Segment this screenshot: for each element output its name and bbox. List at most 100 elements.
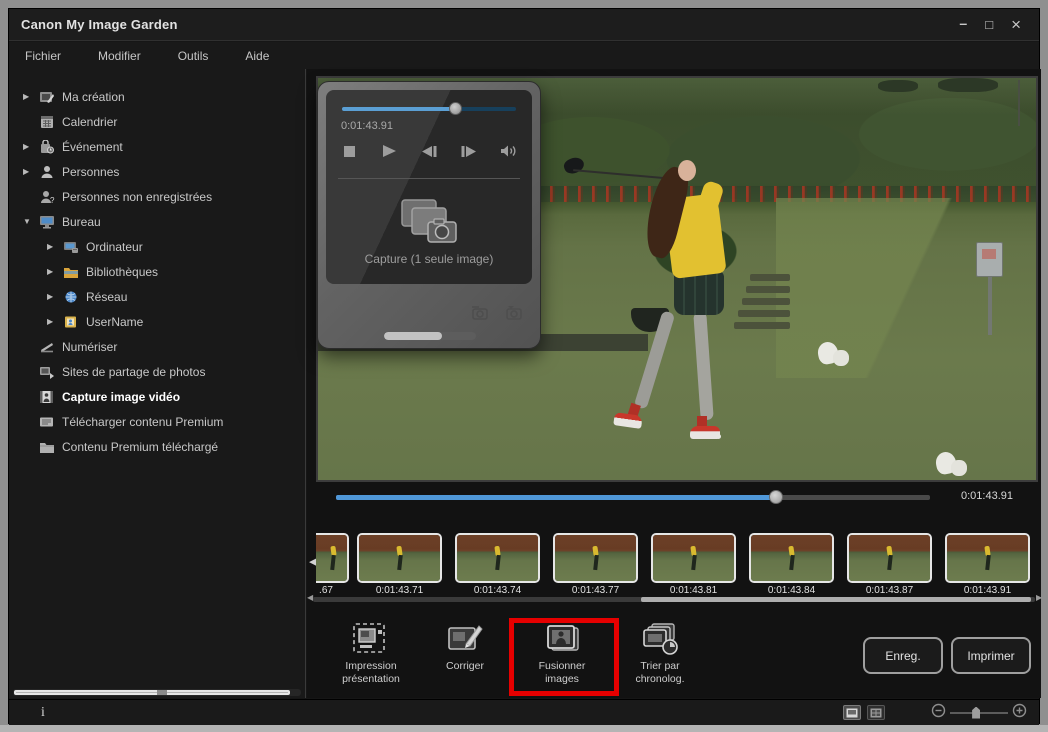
frame-timestamp: 0:01:43.71 (355, 585, 444, 596)
sidebar-item-label: UserName (86, 315, 143, 329)
expand-arrow-icon[interactable]: ▶ (23, 92, 38, 101)
expand-arrow-icon[interactable]: ▶ (23, 167, 38, 176)
merge-images-icon (543, 621, 581, 657)
person-unregistered-icon: ? (38, 189, 56, 204)
creation-icon (38, 89, 56, 104)
zoom-out-icon[interactable] (931, 703, 946, 723)
view-large-thumbnails-button[interactable] (843, 705, 861, 720)
zoom-slider[interactable] (950, 712, 1008, 714)
play-button[interactable] (376, 140, 402, 162)
event-icon (38, 139, 56, 154)
timeline-progress-fill (336, 495, 776, 500)
sidebar-item-capture-image-video[interactable]: Capture image vidéo (9, 384, 305, 409)
menu-outils[interactable]: Outils (170, 49, 224, 63)
next-frame-button[interactable] (456, 140, 482, 162)
expand-arrow-icon[interactable]: ▶ (47, 292, 62, 301)
frame-thumbnail[interactable] (847, 533, 932, 583)
frame-thumbnail[interactable] (945, 533, 1030, 583)
sidebar-item-label: Sites de partage de photos (62, 365, 205, 379)
sidebar-item-bureau[interactable]: ▼ Bureau (9, 209, 305, 234)
panel-seek-slider[interactable] (342, 107, 516, 111)
tee-marker-post (976, 242, 1003, 277)
status-bar: i (9, 699, 1039, 725)
navigation-tree: ▶ Ma création Calendrier ▶ Événement ▶ (9, 69, 305, 459)
sidebar-horizontal-scrollbar[interactable] (13, 689, 301, 696)
zoom-control (931, 703, 1027, 723)
frame-thumbnail[interactable] (749, 533, 834, 583)
sidebar: ▶ Ma création Calendrier ▶ Événement ▶ (9, 69, 306, 698)
sidebar-item-username[interactable]: ▶ UserName (9, 309, 305, 334)
sidebar-item-ordinateur[interactable]: ▶ Ordinateur (9, 234, 305, 259)
tool-corriger[interactable]: Corriger (417, 621, 513, 673)
panel-seek-handle[interactable] (449, 102, 462, 115)
frame-timestamp: 0:01:43.81 (649, 585, 738, 596)
tool-fusionner-images[interactable]: Fusionner images (514, 621, 610, 686)
sidebar-item-label: Numériser (62, 340, 117, 354)
timeline-handle[interactable] (769, 490, 783, 504)
frame-thumbnail[interactable] (357, 533, 442, 583)
sidebar-item-telecharger-premium[interactable]: Télécharger contenu Premium (9, 409, 305, 434)
capture-button-label[interactable]: Capture (1 seule image) (326, 252, 532, 266)
golf-club-head (562, 155, 586, 176)
frame-timestamp: 0:01:43.87 (845, 585, 934, 596)
sidebar-item-label: Capture image vidéo (62, 390, 180, 404)
expand-arrow-icon[interactable]: ▶ (47, 317, 62, 326)
sidebar-item-label: Ordinateur (86, 240, 143, 254)
sidebar-item-numeriser[interactable]: Numériser (9, 334, 305, 359)
libraries-icon (62, 264, 80, 279)
frame-timestamp: 0:01:43.91 (943, 585, 1032, 596)
sidebar-item-evenement[interactable]: ▶ Événement (9, 134, 305, 159)
frame-thumbnail[interactable] (553, 533, 638, 583)
frame-thumbnail[interactable] (455, 533, 540, 583)
minimize-icon[interactable]: – (959, 16, 967, 30)
previous-frame-button[interactable] (416, 140, 442, 162)
expand-arrow-icon[interactable]: ▶ (47, 267, 62, 276)
sidebar-item-calendrier[interactable]: Calendrier (9, 109, 305, 134)
stop-button[interactable] (336, 140, 362, 162)
capture-mode-single-icon[interactable] (470, 304, 490, 325)
view-small-thumbnails-button[interactable] (867, 705, 885, 720)
sidebar-item-personnes[interactable]: ▶ Personnes (9, 159, 305, 184)
maximize-icon[interactable]: □ (985, 18, 993, 32)
print-button[interactable]: Imprimer (951, 637, 1031, 674)
sidebar-item-personnes-non-enregistrees[interactable]: ? Personnes non enregistrées (9, 184, 305, 209)
volume-icon[interactable] (496, 140, 522, 162)
menu-fichier[interactable]: Fichier (17, 49, 76, 63)
timeline-slider[interactable] (336, 495, 930, 500)
frame-thumbnail[interactable] (651, 533, 736, 583)
sidebar-item-label: Bibliothèques (86, 265, 158, 279)
tool-impression-presentation[interactable]: Impression présentation (323, 621, 419, 686)
save-button[interactable]: Enreg. (863, 637, 943, 674)
sidebar-item-bibliotheques[interactable]: ▶ Bibliothèques (9, 259, 305, 284)
tool-trier-par-chronologie[interactable]: Trier par chronolog. (612, 621, 708, 686)
timeline-timecode: 0:01:43.91 (937, 490, 1013, 502)
menu-modifier[interactable]: Modifier (90, 49, 156, 63)
zoom-in-icon[interactable] (1012, 703, 1027, 723)
person-icon (38, 164, 56, 179)
photo-sharing-icon (38, 364, 56, 379)
expand-arrow-icon[interactable]: ▶ (23, 142, 38, 151)
filmstrip-scrollbar[interactable] (313, 597, 1035, 602)
expand-arrow-icon[interactable]: ▼ (23, 217, 38, 226)
panel-mode-toggle[interactable] (384, 332, 476, 340)
menu-aide[interactable]: Aide (237, 49, 284, 63)
sidebar-item-contenu-premium[interactable]: Contenu Premium téléchargé (9, 434, 305, 459)
user-folder-icon (62, 314, 80, 329)
capture-mode-multi-icon[interactable] (504, 304, 524, 325)
sidebar-item-label: Personnes non enregistrées (62, 190, 212, 204)
network-icon (62, 289, 80, 304)
sidebar-item-sites-partage[interactable]: Sites de partage de photos (9, 359, 305, 384)
frame-timestamp: 0:01:43.77 (551, 585, 640, 596)
frame-thumbnail-partial[interactable] (316, 533, 349, 583)
capture-control-panel: 0:01:43.91 Capture (1 seule image) (317, 81, 541, 349)
expand-arrow-icon[interactable]: ▶ (47, 242, 62, 251)
zoom-slider-handle[interactable] (972, 707, 980, 719)
main-area: 0:01:43.91 Capture (1 seule image) (307, 69, 1041, 698)
filmstrip-scroll-right-icon[interactable]: ▶ (1036, 593, 1042, 602)
info-icon[interactable]: i (41, 705, 45, 721)
close-icon[interactable]: × (1011, 18, 1021, 32)
sidebar-item-ma-creation[interactable]: ▶ Ma création (9, 84, 305, 109)
sidebar-item-label: Ma création (62, 90, 125, 104)
sidebar-item-reseau[interactable]: ▶ Réseau (9, 284, 305, 309)
panel-seek-fill (342, 107, 455, 111)
